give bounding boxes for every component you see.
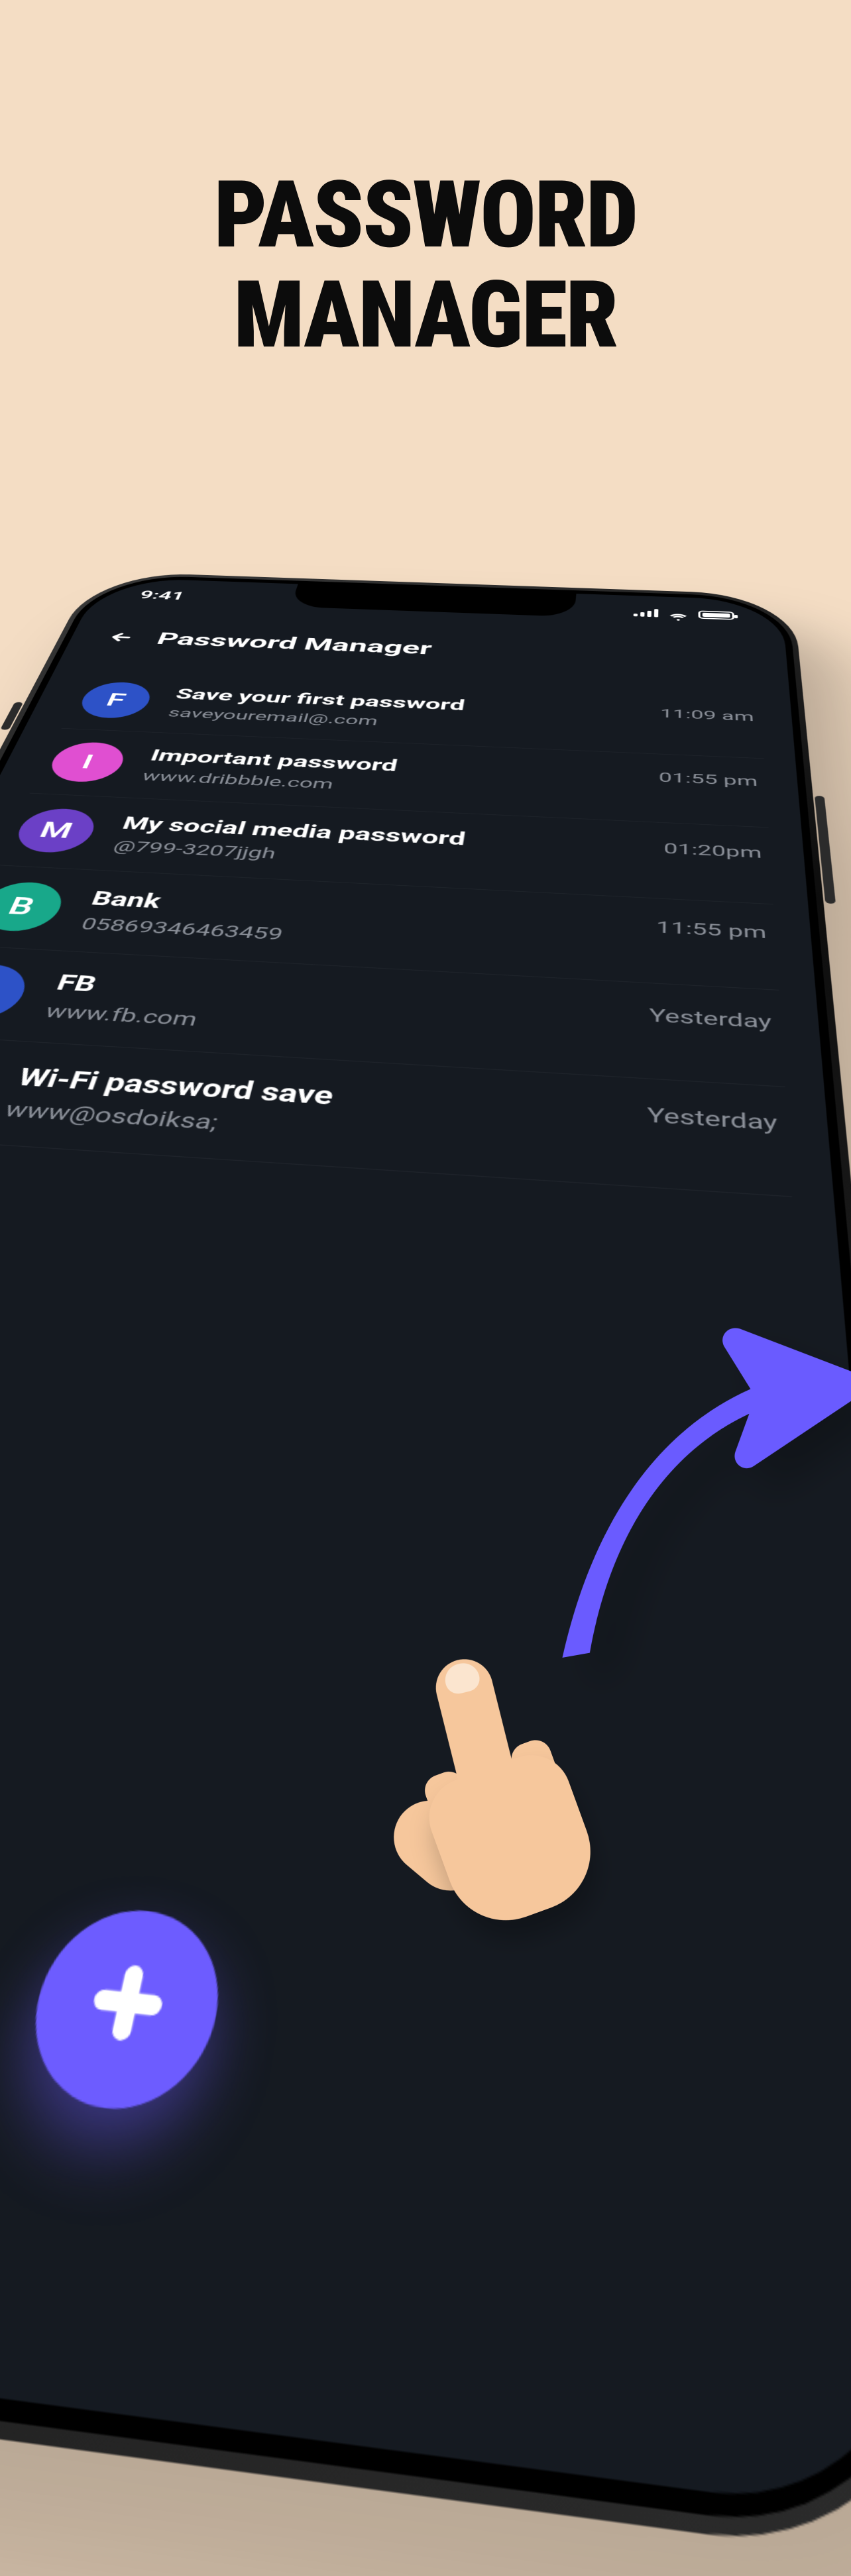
battery-icon <box>698 610 734 619</box>
item-text: Bank05869346463459 <box>78 887 627 963</box>
status-time: 9:41 <box>137 588 187 603</box>
app-title: Password Manager <box>154 629 433 659</box>
item-text: Save your first passwordsaveyouremail@.c… <box>166 686 635 739</box>
item-text: FBwww.fb.com <box>42 970 618 1055</box>
decorative-arrow-icon <box>477 1269 851 1699</box>
plus-icon <box>80 1959 173 2055</box>
item-timestamp: 01:20pm <box>663 837 762 861</box>
item-avatar: B <box>0 881 70 933</box>
item-timestamp: 11:55 pm <box>656 914 767 942</box>
item-avatar: M <box>10 807 102 854</box>
item-avatar: F <box>74 681 156 720</box>
item-text: Important passwordwww.dribbble.com <box>140 746 632 806</box>
cellular-signal-icon <box>634 608 659 617</box>
wifi-icon <box>668 610 689 617</box>
item-timestamp: Yesterday <box>647 1099 778 1136</box>
app-header: Password Manager <box>68 626 787 672</box>
item-timestamp: 11:09 am <box>660 704 754 724</box>
item-text: My social media password@799-3207jjgh <box>111 813 636 880</box>
back-button[interactable] <box>103 629 140 645</box>
promo-headline: PASSWORD MANAGER <box>0 0 851 366</box>
item-avatar: I <box>44 741 131 783</box>
promo-line-2: MANAGER <box>0 266 851 366</box>
item-text: Wi-Fi password savewww@osdoiksa; <box>1 1063 614 1160</box>
item-timestamp: 01:55 pm <box>659 767 758 790</box>
promo-line-1: PASSWORD <box>0 166 851 266</box>
item-timestamp: Yesterday <box>649 1001 772 1033</box>
item-avatar: F <box>0 963 34 1022</box>
